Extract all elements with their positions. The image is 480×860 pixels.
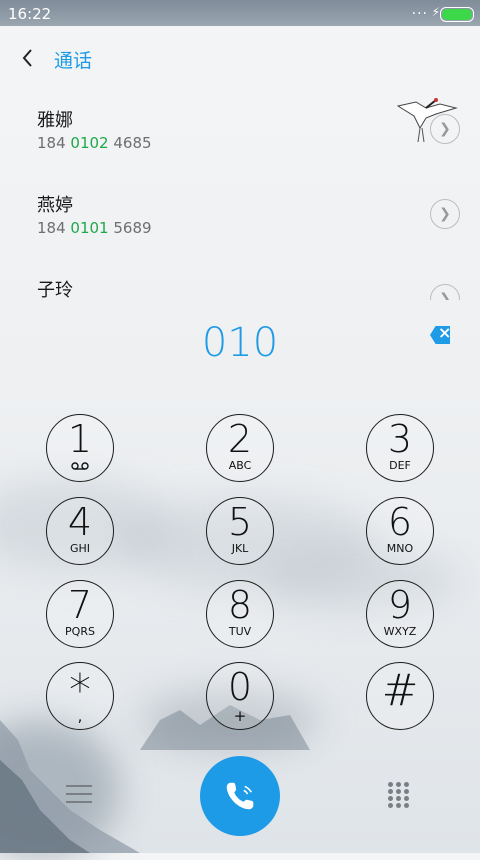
dialpad-dot	[404, 803, 409, 808]
call-button[interactable]	[200, 756, 280, 836]
status-time: 16:22	[8, 5, 52, 23]
key-letters: ABC	[228, 459, 252, 472]
key-3[interactable]: 3 DEF	[366, 414, 434, 482]
key-hash[interactable]: #	[366, 662, 434, 730]
key-2[interactable]: 2 ABC	[206, 414, 274, 482]
dialpad-dot	[388, 789, 393, 794]
dialpad-dot	[396, 789, 401, 794]
key-digit: 1	[67, 417, 93, 461]
voicemail-icon	[71, 462, 89, 470]
contact-item[interactable]: 燕婷 184 0101 5689 ❯	[0, 175, 480, 260]
contact-item[interactable]: 雅娜 184 0102 4685 ❯	[0, 90, 480, 175]
key-letters: JKL	[231, 542, 249, 555]
key-digit: 4	[67, 500, 93, 544]
key-7[interactable]: 7 PQRS	[46, 580, 114, 648]
contact-name: 雅娜	[37, 110, 73, 131]
dialpad-dot	[388, 796, 393, 801]
key-letters: +	[233, 707, 247, 725]
key-9[interactable]: 9 WXYZ	[366, 580, 434, 648]
chevron-right-icon: ❯	[439, 206, 451, 222]
charging-icon: ⚡	[431, 5, 440, 19]
chevron-left-icon	[22, 49, 32, 67]
key-5[interactable]: 5 JKL	[206, 497, 274, 565]
key-letters: DEF	[389, 459, 411, 472]
key-letters: PQRS	[65, 625, 95, 638]
key-digit: 5	[227, 500, 253, 544]
contact-item[interactable]: 子玲 ❯	[0, 260, 480, 300]
dialpad-dot	[388, 782, 393, 787]
page-title: 通话	[54, 50, 93, 72]
key-letters: ,	[77, 707, 83, 725]
contact-number: 184 0101 5689	[37, 219, 152, 237]
key-digit: 2	[227, 417, 253, 461]
dialed-number: 010	[201, 320, 279, 366]
key-digit: 3	[387, 417, 413, 461]
key-1[interactable]: 1	[46, 414, 114, 482]
key-letters: GHI	[69, 542, 91, 555]
key-star[interactable]: *,	[46, 662, 114, 730]
contact-detail-button[interactable]: ❯	[430, 114, 460, 144]
key-letters: TUV	[228, 625, 252, 638]
key-digit: 6	[387, 500, 413, 544]
number-match-highlight: 0102	[70, 134, 109, 152]
key-digit: #	[381, 665, 419, 716]
key-digit: *	[69, 665, 91, 716]
contact-name: 子玲	[37, 280, 73, 300]
back-button[interactable]	[16, 44, 40, 72]
key-digit: 7	[67, 583, 93, 627]
contact-detail-button[interactable]: ❯	[430, 199, 460, 229]
contact-suggestions-list: 雅娜 184 0102 4685 ❯ 燕婷 184 0101 5689 ❯ 子玲…	[0, 90, 480, 300]
key-digit: 8	[227, 583, 253, 627]
key-letters: MNO	[386, 542, 414, 555]
status-bar: 16:22 ... ⚡	[0, 0, 480, 26]
contact-number: 184 0102 4685	[37, 134, 152, 152]
dialpad-dot	[396, 782, 401, 787]
contact-name: 燕婷	[37, 195, 73, 216]
key-4[interactable]: 4 GHI	[46, 497, 114, 565]
key-letters: WXYZ	[383, 625, 417, 638]
dialpad-dot	[404, 789, 409, 794]
battery-icon	[440, 7, 474, 22]
chevron-right-icon: ❯	[439, 291, 451, 300]
menu-button[interactable]	[66, 785, 92, 805]
key-0[interactable]: 0 +	[206, 662, 274, 730]
dialpad-dot	[396, 796, 401, 801]
dialpad-dot	[404, 796, 409, 801]
dialpad-icon[interactable]	[388, 782, 412, 810]
key-6[interactable]: 6 MNO	[366, 497, 434, 565]
key-8[interactable]: 8 TUV	[206, 580, 274, 648]
menu-icon	[66, 785, 92, 787]
dialpad-dot	[388, 803, 393, 808]
dialpad-dot	[396, 803, 401, 808]
dialpad-dot	[404, 782, 409, 787]
key-digit: 9	[387, 583, 413, 627]
signal-dots-icon: ...	[411, 2, 428, 18]
header: 通话	[0, 36, 480, 80]
key-digit: 0	[227, 665, 253, 709]
contact-detail-button[interactable]: ❯	[430, 284, 460, 300]
phone-icon	[226, 782, 254, 810]
chevron-right-icon: ❯	[439, 121, 451, 137]
number-match-highlight: 0101	[70, 219, 109, 237]
